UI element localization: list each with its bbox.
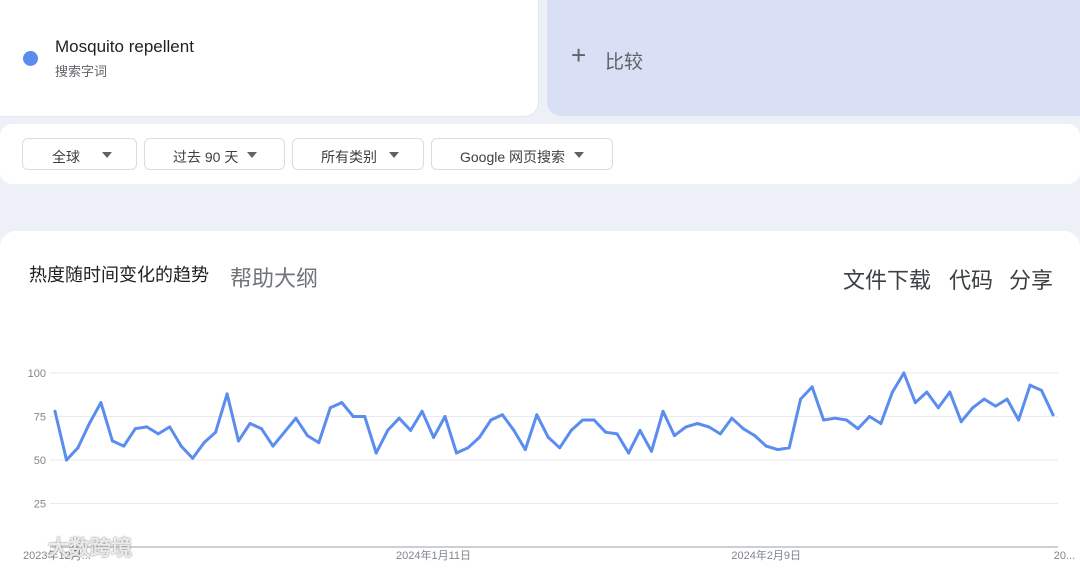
data-point[interactable]	[695, 421, 699, 425]
data-point[interactable]	[833, 416, 837, 420]
data-point[interactable]	[672, 434, 676, 438]
data-point[interactable]	[500, 413, 504, 417]
data-point[interactable]	[489, 418, 493, 422]
data-point[interactable]	[466, 446, 470, 450]
data-point[interactable]	[845, 418, 849, 422]
x-tick-label: 2024年1月11日	[396, 548, 471, 562]
data-point[interactable]	[592, 418, 596, 422]
data-point[interactable]	[822, 418, 826, 422]
data-point[interactable]	[454, 451, 458, 455]
data-point[interactable]	[397, 416, 401, 420]
data-point[interactable]	[248, 421, 252, 425]
data-point[interactable]	[512, 428, 516, 432]
data-point[interactable]	[76, 446, 80, 450]
data-point[interactable]	[477, 435, 481, 439]
data-point[interactable]	[994, 404, 998, 408]
y-tick-label: 25	[34, 499, 46, 511]
data-point[interactable]	[799, 397, 803, 401]
data-point[interactable]	[650, 449, 654, 453]
data-point[interactable]	[569, 428, 573, 432]
data-point[interactable]	[294, 416, 298, 420]
data-point[interactable]	[87, 421, 91, 425]
data-point[interactable]	[340, 401, 344, 405]
data-point[interactable]	[810, 385, 814, 389]
data-point[interactable]	[156, 432, 160, 436]
data-point[interactable]	[122, 444, 126, 448]
data-point[interactable]	[604, 430, 608, 434]
data-point[interactable]	[684, 425, 688, 429]
y-tick-label: 75	[34, 412, 46, 424]
data-point[interactable]	[64, 458, 68, 462]
data-point[interactable]	[1040, 388, 1044, 392]
data-point[interactable]	[133, 427, 137, 431]
data-point[interactable]	[948, 390, 952, 394]
data-point[interactable]	[191, 456, 195, 460]
data-point[interactable]	[259, 427, 263, 431]
data-point[interactable]	[867, 415, 871, 418]
data-point[interactable]	[615, 432, 619, 436]
data-point[interactable]	[936, 406, 940, 410]
data-point[interactable]	[363, 415, 367, 418]
data-point[interactable]	[328, 406, 332, 410]
data-point[interactable]	[558, 446, 562, 450]
watermark-logo-icon	[9, 301, 46, 319]
data-point[interactable]	[271, 444, 275, 448]
watermark-text: 大数跨境	[48, 537, 132, 560]
data-point[interactable]	[53, 409, 57, 413]
data-point[interactable]	[741, 427, 745, 431]
data-point[interactable]	[707, 425, 711, 429]
data-point[interactable]	[214, 430, 218, 434]
data-point[interactable]	[546, 435, 550, 439]
data-point[interactable]	[856, 427, 860, 431]
data-point[interactable]	[1028, 383, 1032, 387]
data-point[interactable]	[730, 416, 734, 420]
data-point[interactable]	[305, 434, 309, 438]
data-point[interactable]	[638, 428, 642, 432]
data-point[interactable]	[971, 406, 975, 410]
data-point[interactable]	[1017, 418, 1021, 422]
y-tick-label: 50	[34, 455, 46, 467]
data-point[interactable]	[443, 415, 447, 418]
data-point[interactable]	[982, 397, 986, 401]
data-point[interactable]	[351, 415, 355, 418]
data-point[interactable]	[753, 434, 757, 438]
data-point[interactable]	[179, 444, 183, 448]
data-point[interactable]	[386, 428, 390, 432]
data-point[interactable]	[317, 441, 321, 445]
data-point[interactable]	[409, 428, 413, 432]
y-tick-label: 100	[28, 368, 46, 380]
x-tick-label: 20...	[1054, 550, 1075, 562]
data-point[interactable]	[1051, 413, 1055, 417]
data-point[interactable]	[661, 409, 665, 413]
trend-line-chart[interactable]: 2550751002023年12月... 2024年1月11日 2024年2月9日 2…	[0, 0, 1080, 564]
data-point[interactable]	[523, 448, 527, 452]
data-point[interactable]	[420, 409, 424, 413]
data-point[interactable]	[99, 401, 103, 405]
data-point[interactable]	[718, 432, 722, 436]
data-point[interactable]	[202, 441, 206, 445]
data-point[interactable]	[110, 439, 114, 443]
data-point[interactable]	[535, 413, 539, 417]
data-point[interactable]	[902, 371, 906, 375]
data-point[interactable]	[959, 420, 963, 424]
data-point[interactable]	[237, 439, 241, 443]
data-point[interactable]	[776, 448, 780, 452]
data-point[interactable]	[627, 451, 631, 455]
data-point[interactable]	[925, 390, 929, 394]
data-point[interactable]	[787, 446, 791, 450]
data-point[interactable]	[913, 401, 917, 405]
data-point[interactable]	[764, 444, 768, 448]
data-point[interactable]	[1005, 397, 1009, 401]
data-point[interactable]	[432, 435, 436, 439]
data-point[interactable]	[282, 430, 286, 434]
x-tick-label: 2024年2月9日	[731, 548, 801, 562]
data-point[interactable]	[879, 421, 883, 425]
data-point[interactable]	[145, 425, 149, 429]
data-point[interactable]	[225, 392, 229, 396]
data-point[interactable]	[581, 418, 585, 422]
data-point[interactable]	[168, 425, 172, 429]
data-point[interactable]	[374, 451, 378, 455]
data-point[interactable]	[890, 390, 894, 394]
